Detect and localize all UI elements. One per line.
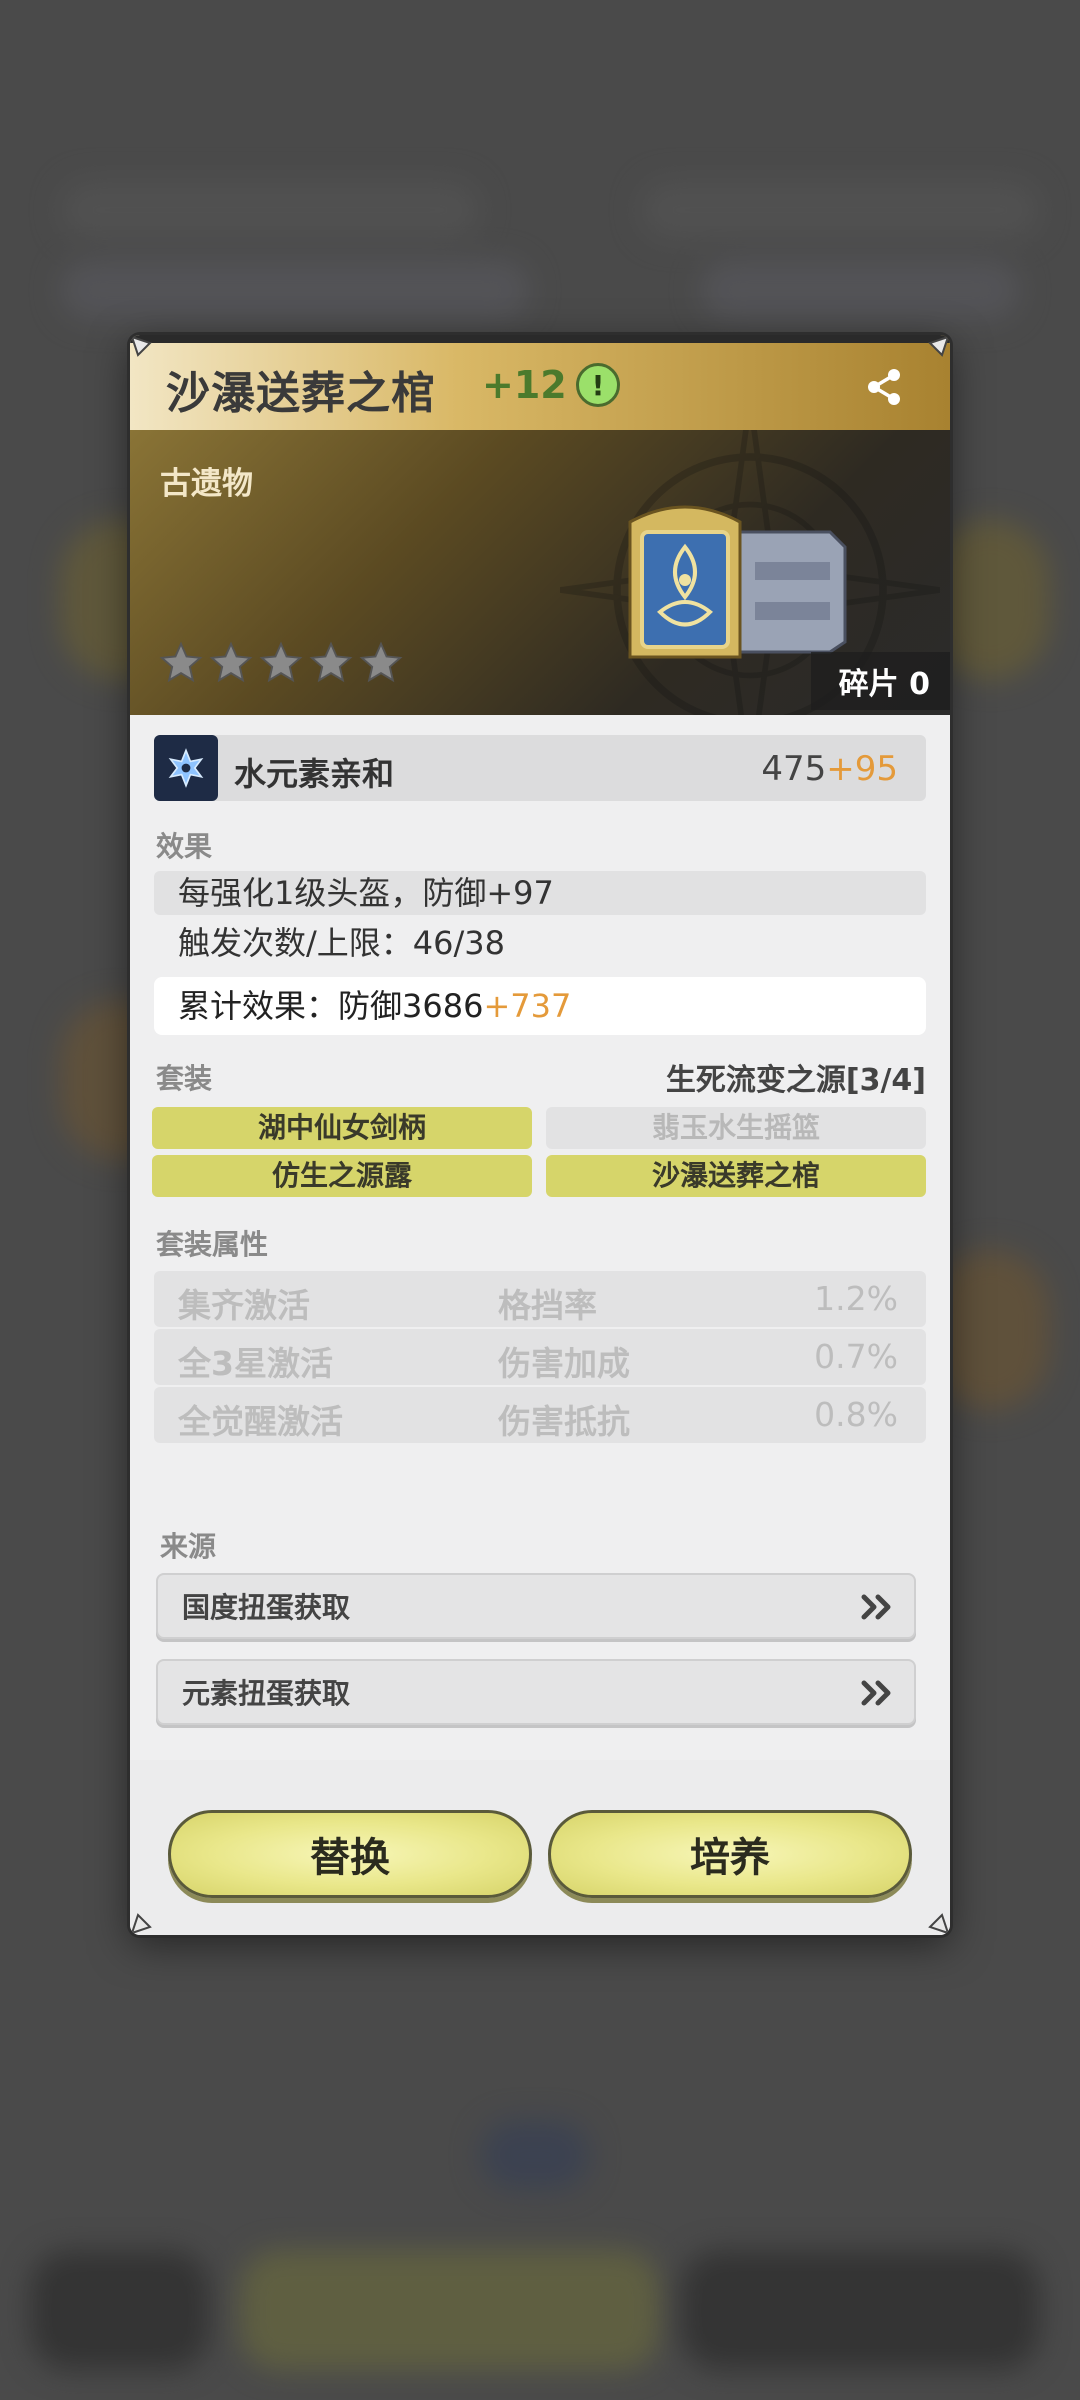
attr-stat: 格挡率 bbox=[498, 1286, 597, 1325]
star-empty-icon bbox=[209, 641, 253, 683]
star-rating bbox=[158, 640, 404, 686]
element-value: 475+95 bbox=[761, 749, 898, 789]
set-piece-item[interactable]: 湖中仙女剑柄 bbox=[152, 1107, 532, 1149]
source-label: 元素扭蛋获取 bbox=[182, 1677, 351, 1710]
attr-value: 1.2% bbox=[814, 1279, 898, 1318]
cultivate-button[interactable]: 培养 bbox=[548, 1810, 912, 1898]
attr-stat: 伤害抵抗 bbox=[498, 1402, 630, 1441]
artifact-detail-dialog: 沙瀑送葬之棺 +12 ! 古遗物 碎片 0 水元素亲和 475+95 效果 每强… bbox=[130, 335, 950, 1935]
double-chevron-right-icon bbox=[861, 1680, 891, 1706]
cumulative-bonus: +737 bbox=[483, 987, 572, 1025]
element-affinity-row: 水元素亲和 475+95 bbox=[154, 735, 926, 801]
replace-button[interactable]: 替换 bbox=[168, 1810, 532, 1898]
share-icon[interactable] bbox=[862, 365, 906, 409]
effect-line: 触发次数/上限：46/38 bbox=[178, 924, 506, 962]
set-piece-item[interactable]: 沙瀑送葬之棺 bbox=[546, 1155, 926, 1197]
attr-value: 0.8% bbox=[814, 1395, 898, 1434]
set-attribute-row: 集齐激活 格挡率 1.2% bbox=[154, 1271, 926, 1327]
star-empty-icon bbox=[359, 641, 403, 683]
set-name-progress: 生死流变之源[3/4] bbox=[665, 1063, 926, 1098]
set-piece-item[interactable]: 翡玉水生摇篮 bbox=[546, 1107, 926, 1149]
corner-ornament-icon bbox=[130, 1901, 164, 1935]
star-empty-icon bbox=[309, 641, 353, 683]
set-attribute-row: 全3星激活 伤害加成 0.7% bbox=[154, 1329, 926, 1385]
star-empty-icon bbox=[259, 641, 303, 683]
fragment-count: 碎片 0 bbox=[810, 652, 950, 710]
hydro-icon bbox=[154, 735, 218, 801]
double-chevron-right-icon bbox=[861, 1594, 891, 1620]
set-piece-item[interactable]: 仿生之源露 bbox=[152, 1155, 532, 1197]
set-attributes-label: 套装属性 bbox=[156, 1228, 269, 1261]
source-section-label: 来源 bbox=[160, 1530, 217, 1563]
attr-value: 0.7% bbox=[814, 1337, 898, 1376]
coffin-chest-icon bbox=[628, 505, 847, 659]
corner-ornament-icon bbox=[916, 1901, 950, 1935]
attr-condition: 全3星激活 bbox=[178, 1344, 333, 1383]
artifact-title: 沙瀑送葬之棺 bbox=[166, 368, 436, 419]
cumulative-effect-text: 累计效果：防御3686 bbox=[178, 987, 484, 1025]
attr-condition: 集齐激活 bbox=[178, 1286, 310, 1325]
corner-ornament-icon bbox=[916, 335, 950, 369]
title-bar: 沙瀑送葬之棺 +12 ! bbox=[130, 335, 950, 434]
action-bar: 替换 培养 bbox=[130, 1760, 950, 1935]
cumulative-effect: 累计效果：防御3686+737 bbox=[154, 977, 926, 1035]
attr-stat: 伤害加成 bbox=[498, 1344, 630, 1383]
source-gacha-kingdom-button[interactable]: 国度扭蛋获取 bbox=[156, 1573, 916, 1639]
item-category: 古遗物 bbox=[160, 466, 253, 502]
star-empty-icon bbox=[159, 641, 203, 683]
corner-ornament-icon bbox=[130, 335, 164, 369]
enhance-level: +12 bbox=[482, 363, 567, 407]
effect-section-label: 效果 bbox=[156, 830, 213, 863]
info-icon[interactable]: ! bbox=[576, 363, 620, 407]
artifact-hero-panel: 古遗物 碎片 0 bbox=[130, 430, 950, 715]
effect-line: 每强化1级头盔，防御+97 bbox=[154, 871, 926, 915]
set-attribute-row: 全觉醒激活 伤害抵抗 0.8% bbox=[154, 1387, 926, 1443]
element-base-value: 475 bbox=[761, 749, 827, 789]
attr-condition: 全觉醒激活 bbox=[178, 1402, 343, 1441]
source-gacha-element-button[interactable]: 元素扭蛋获取 bbox=[156, 1659, 916, 1725]
source-label: 国度扭蛋获取 bbox=[182, 1591, 351, 1624]
element-name: 水元素亲和 bbox=[234, 755, 395, 793]
set-section-label: 套装 bbox=[156, 1062, 213, 1095]
element-bonus-value: +95 bbox=[826, 749, 898, 789]
